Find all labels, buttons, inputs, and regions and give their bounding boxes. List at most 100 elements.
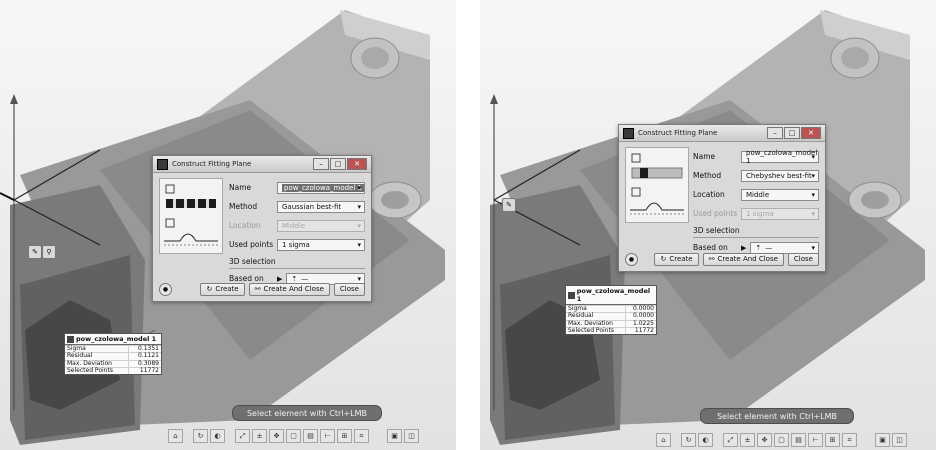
location-label: Location [229, 221, 261, 230]
selection-section-header: 3D selection [229, 254, 365, 269]
name-field[interactable]: pow_czolowa_model 1 ▾ [741, 149, 819, 165]
close-button[interactable]: Close [333, 282, 365, 296]
rotate-view-icon[interactable]: ↻ [193, 429, 208, 443]
info-title: pow_czolowa_model 1 [76, 335, 157, 343]
table-row: Selected Points 11772 [566, 326, 656, 335]
viewport-left[interactable]: ✎ ⚲ Construct Fitting Plane – □ ✕ Name p… [0, 0, 456, 450]
home-view-icon[interactable]: ⌂ [168, 429, 183, 443]
pan-icon[interactable]: ✥ [269, 429, 284, 443]
refresh-icon: ↻ [206, 285, 213, 293]
chevron-down-icon[interactable]: ▾ [811, 153, 815, 161]
hide-icon[interactable]: ⌗ [842, 433, 857, 447]
fit-icon[interactable]: ⤢ [235, 429, 250, 443]
light-icon[interactable]: ◐ [210, 429, 225, 443]
close-button[interactable]: Close [787, 252, 819, 266]
close-window-button[interactable]: ✕ [801, 127, 821, 139]
method-select[interactable]: Chebyshev best-fit ▾ [741, 169, 819, 182]
minimize-button[interactable]: – [767, 127, 783, 139]
link-icon[interactable]: ⚲ [42, 245, 56, 259]
dialog-titlebar[interactable]: Construct Fitting Plane – □ ✕ [153, 156, 371, 173]
edit-icon[interactable]: ✎ [502, 198, 516, 212]
zoom-icon[interactable]: ± [252, 429, 267, 443]
chevron-down-icon: ▾ [811, 243, 815, 252]
create-button[interactable]: ↻ Create [200, 282, 245, 296]
model-boss-lower-hole [861, 191, 889, 209]
measure-icon[interactable]: ⊢ [808, 433, 823, 447]
cursor-icon[interactable]: ▶ [741, 244, 746, 252]
hide-icon[interactable]: ⌗ [354, 429, 369, 443]
name-label: Name [229, 183, 252, 192]
home-view-icon[interactable]: ⌂ [656, 433, 671, 447]
cube-icon [165, 218, 175, 228]
rotate-view-icon[interactable]: ↻ [681, 433, 696, 447]
location-row: Location Middle ▾ [693, 185, 819, 204]
create-and-close-button[interactable]: ⚯ Create And Close [702, 252, 784, 266]
link-icon: ⚯ [254, 285, 261, 293]
cube-icon [631, 187, 641, 197]
section-icon[interactable]: ▢ [774, 433, 789, 447]
used-points-row: Used points 1 sigma ▾ [229, 235, 365, 254]
distribution-curve-icon [164, 233, 218, 242]
location-row: Location Middle ▾ [229, 216, 365, 235]
chevron-down-icon: ▾ [357, 240, 361, 249]
construct-fitting-plane-dialog: Construct Fitting Plane – □ ✕ Name pow_c… [152, 155, 372, 302]
maximize-button[interactable]: □ [784, 127, 800, 139]
grid-icon[interactable]: ▤ [791, 433, 806, 447]
chevron-down-icon: ▾ [357, 221, 361, 230]
model-boss-upper-hole [841, 47, 869, 69]
help-icon[interactable]: ● [625, 253, 638, 266]
grid-icon[interactable]: ▤ [303, 429, 318, 443]
used-points-select[interactable]: 1 sigma ▾ [277, 238, 365, 251]
fit-icon[interactable]: ⤢ [723, 433, 738, 447]
create-button[interactable]: ↻ Create [654, 252, 699, 266]
used-points-label: Used points [693, 209, 738, 218]
plane-icon [67, 335, 74, 343]
light-icon[interactable]: ◐ [698, 433, 713, 447]
pan-icon[interactable]: ✥ [757, 433, 772, 447]
location-label: Location [693, 190, 725, 199]
viewport-right[interactable]: ✎ Construct Fitting Plane – □ ✕ Name pow… [480, 0, 936, 450]
plane-info-table: pow_czolowa_model 1 Sigma 0.1351 Residual… [64, 333, 162, 376]
chevron-down-icon: ▾ [811, 209, 815, 218]
measure-icon[interactable]: ⊢ [320, 429, 335, 443]
split-view-icon[interactable]: ◫ [404, 429, 419, 443]
model-boss-upper-hole [361, 47, 389, 69]
help-icon[interactable]: ● [159, 283, 172, 296]
axis-icon[interactable]: ⊞ [825, 433, 840, 447]
chevron-down-icon[interactable]: ▾ [357, 184, 361, 192]
dialog-titlebar[interactable]: Construct Fitting Plane – □ ✕ [619, 125, 825, 142]
model-boss-lower-hole [381, 191, 409, 209]
axis-icon[interactable]: ⊞ [337, 429, 352, 443]
name-field[interactable]: pow_czolowa_model 1 ▾ [277, 181, 365, 194]
plane-icon [568, 291, 575, 299]
minimize-button[interactable]: – [313, 158, 329, 170]
location-select[interactable]: Middle ▾ [741, 188, 819, 201]
cube-icon [631, 153, 641, 163]
view-toolbar: ⌂ ↻ ◐ ⤢ ± ✥ ▢ ▤ ⊢ ⊞ ⌗ ▣ ◫ [656, 432, 907, 448]
plane-info-table: pow_czolowa_model 1 Sigma 0.0000 Residual… [565, 285, 657, 336]
refresh-icon: ↻ [660, 255, 667, 263]
info-title: pow_czolowa_model 1 [576, 287, 651, 303]
close-window-button[interactable]: ✕ [347, 158, 367, 170]
method-label: Method [693, 171, 722, 180]
window-icon[interactable]: ▣ [387, 429, 402, 443]
chevron-down-icon: ▾ [811, 190, 815, 199]
dialog-app-icon [623, 127, 634, 139]
window-icon[interactable]: ▣ [875, 433, 890, 447]
section-icon[interactable]: ▢ [286, 429, 301, 443]
method-select[interactable]: Gaussian best-fit ▾ [277, 200, 365, 213]
dialog-title: Construct Fitting Plane [638, 129, 718, 137]
location-select: Middle ▾ [277, 219, 365, 232]
distribution-curve-icon [630, 202, 684, 211]
status-message: Select element with Ctrl+LMB [232, 405, 382, 421]
selection-section-header: 3D selection [693, 223, 819, 238]
edit-icon[interactable]: ✎ [28, 245, 42, 259]
status-message: Select element with Ctrl+LMB [700, 408, 854, 424]
split-view-icon[interactable]: ◫ [892, 433, 907, 447]
create-and-close-button[interactable]: ⚯ Create And Close [248, 282, 330, 296]
dialog-app-icon [157, 158, 168, 170]
zoom-icon[interactable]: ± [740, 433, 755, 447]
cube-icon [165, 184, 175, 194]
pin-icon: ⇡ [755, 243, 762, 252]
maximize-button[interactable]: □ [330, 158, 346, 170]
